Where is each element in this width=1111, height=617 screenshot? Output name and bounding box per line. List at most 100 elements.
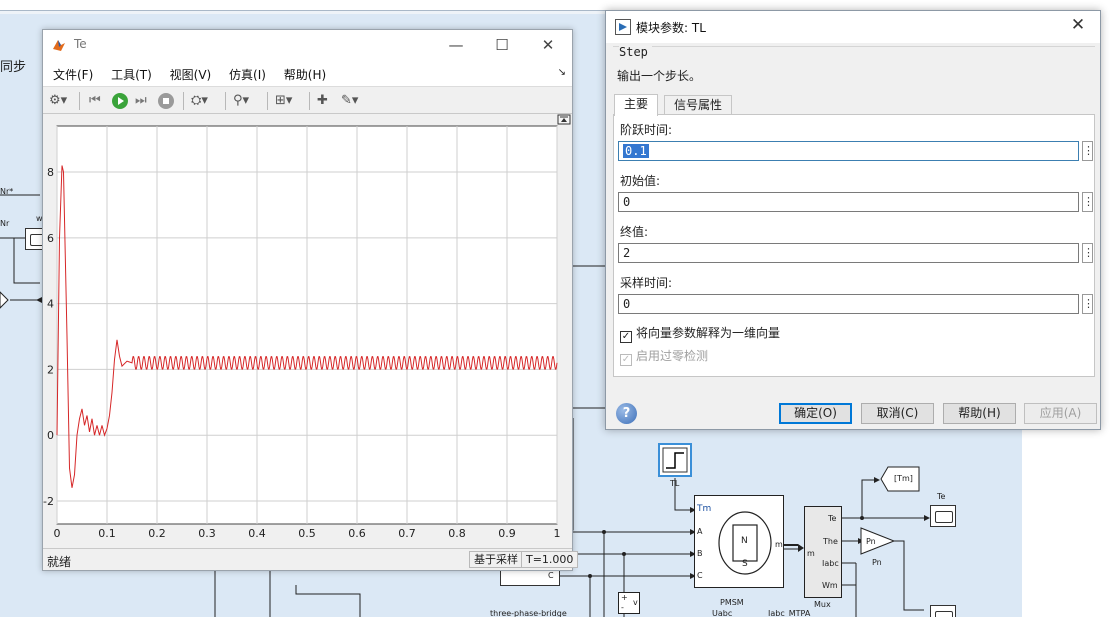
tab-signal-attributes[interactable]: 信号属性 bbox=[664, 95, 733, 115]
te-plot[interactable]: 0 0.1 0.2 0.3 0.4 0.5 0.6 0.7 0.8 0.9 1 -2 0 2 4 6 8 bbox=[43, 114, 572, 547]
zoom-icon[interactable]: ⚲▾ bbox=[233, 91, 249, 111]
scope-window[interactable]: Te — ☐ ✕ 文件(F) 工具(T) 视图(V) 仿真(I) 帮助(H) ↘… bbox=[42, 29, 579, 571]
final-value-field[interactable]: 2 bbox=[618, 243, 1079, 263]
step-forward-icon[interactable]: ⏭ bbox=[135, 91, 147, 111]
initial-value-label: 初始值: bbox=[620, 174, 661, 188]
y-tick-label: 4 bbox=[47, 298, 54, 311]
zero-crossing-label: 启用过零检测 bbox=[636, 349, 709, 363]
x-tick-label: 0.5 bbox=[298, 527, 316, 540]
menu-file[interactable]: 文件(F) bbox=[49, 60, 97, 83]
uabc-label: Uabc bbox=[712, 609, 733, 617]
sample-time-field[interactable]: 0 bbox=[618, 294, 1079, 314]
sum-block[interactable]: + - v bbox=[618, 592, 640, 614]
bridge-label: three-phase-bridge bbox=[490, 609, 567, 617]
x-tick-label: 0.8 bbox=[448, 527, 466, 540]
help-icon[interactable]: ? bbox=[616, 403, 637, 424]
initial-value-menu-icon[interactable]: ⋮ bbox=[1082, 192, 1094, 212]
x-tick-label: 0.3 bbox=[198, 527, 216, 540]
y-tick-label: 2 bbox=[47, 363, 54, 376]
menu-help[interactable]: 帮助(H) bbox=[280, 60, 330, 83]
minimize-icon[interactable]: — bbox=[434, 32, 478, 58]
pmsm-block[interactable]: Tm A B C m N S bbox=[694, 495, 784, 588]
status-time: T=1.000 bbox=[521, 551, 579, 568]
tl-block-label: TL bbox=[670, 479, 680, 488]
y-tick-label: 0 bbox=[47, 429, 54, 442]
sum-v-port: v bbox=[633, 598, 638, 607]
x-tick-label: 0 bbox=[54, 527, 61, 540]
ok-button[interactable]: 确定(O) bbox=[779, 403, 852, 424]
mux-the-label: The bbox=[823, 537, 838, 546]
y-tick-label: 6 bbox=[47, 232, 54, 245]
x-tick-label: 0.6 bbox=[348, 527, 366, 540]
scope-toolbar: ⚙▾ ⏮ ⏭ ⛭▾ ⚲▾ ⊞▾ ✚ ✎▾ bbox=[43, 86, 572, 114]
block-description-group: Step 输出一个步长。 bbox=[613, 45, 1095, 94]
dialog-titlebar[interactable]: 模块参数: TL ✕ bbox=[606, 11, 1100, 43]
block-type-label: Step bbox=[619, 45, 652, 59]
mux-block[interactable]: Te The Iabc Wm m bbox=[804, 506, 842, 598]
undock-icon[interactable]: ↘ bbox=[558, 67, 566, 78]
cancel-button[interactable]: 取消(C) bbox=[861, 403, 934, 424]
dialog-title: 模块参数: TL bbox=[636, 21, 706, 35]
port-b-label: B bbox=[697, 549, 703, 558]
scope-menubar: 文件(F) 工具(T) 视图(V) 仿真(I) 帮助(H) ↘ bbox=[43, 60, 572, 86]
initial-value-field[interactable]: 0 bbox=[618, 192, 1079, 212]
scope-titlebar[interactable]: Te — ☐ ✕ bbox=[43, 30, 572, 60]
sample-time-menu-icon[interactable]: ⋮ bbox=[1082, 294, 1094, 314]
vector-1d-checkbox[interactable]: ✓ 将向量参数解释为一维向量 bbox=[620, 324, 780, 343]
menu-view[interactable]: 视图(V) bbox=[166, 60, 216, 83]
te-scope-block[interactable] bbox=[930, 505, 956, 527]
signal-select-icon[interactable]: ✚ bbox=[317, 91, 328, 111]
apply-button: 应用(A) bbox=[1024, 403, 1097, 424]
mux-iabc-label: Iabc bbox=[822, 559, 839, 568]
matlab-icon bbox=[53, 40, 65, 51]
y-tick-label: 8 bbox=[47, 166, 54, 179]
dialog-close-icon[interactable]: ✕ bbox=[1064, 15, 1092, 35]
cursor-measure-icon[interactable]: ✎▾ bbox=[341, 91, 358, 111]
step-back-icon[interactable]: ⏮ bbox=[89, 91, 101, 111]
sum-plus: + bbox=[621, 593, 628, 602]
status-sample-based: 基于采样 bbox=[469, 551, 523, 568]
scope-title: Te bbox=[74, 37, 87, 51]
final-value-label: 终值: bbox=[620, 225, 649, 239]
final-value-menu-icon[interactable]: ⋮ bbox=[1082, 243, 1094, 263]
pn-gain-text: Pn bbox=[866, 537, 876, 546]
highlight-signal-icon[interactable]: ⛭▾ bbox=[191, 91, 208, 111]
x-tick-label: 0.2 bbox=[148, 527, 166, 540]
menu-simulation[interactable]: 仿真(I) bbox=[225, 60, 270, 83]
block-params-icon bbox=[615, 19, 631, 35]
motor-s-label: S bbox=[742, 559, 748, 569]
port-c-label: C bbox=[697, 571, 703, 580]
mux-wm-label: Wm bbox=[822, 581, 838, 590]
port-tm-label: Tm bbox=[697, 504, 712, 514]
sum-minus: - bbox=[621, 603, 624, 612]
help-button[interactable]: 帮助(H) bbox=[943, 403, 1016, 424]
stop-icon[interactable] bbox=[157, 91, 175, 111]
expand-legend-icon[interactable] bbox=[557, 114, 571, 125]
tl-step-block[interactable] bbox=[658, 443, 692, 477]
tab-main[interactable]: 主要 bbox=[614, 94, 659, 116]
maximize-icon[interactable]: ☐ bbox=[480, 32, 524, 58]
mux-te-label: Te bbox=[828, 514, 837, 523]
x-tick-label: 0.7 bbox=[398, 527, 416, 540]
menu-tools[interactable]: 工具(T) bbox=[107, 60, 156, 83]
settings-gear-icon[interactable]: ⚙▾ bbox=[49, 91, 67, 111]
autoscale-icon[interactable]: ⊞▾ bbox=[275, 91, 292, 111]
x-tick-label: 0.4 bbox=[248, 527, 266, 540]
step-icon bbox=[662, 447, 688, 473]
block-parameters-dialog[interactable]: 模块参数: TL ✕ Step 输出一个步长。 主要 信号属性 阶跃时间: 0.… bbox=[605, 10, 1101, 430]
desktop: 同步 Nr* Nr w TL Tm A B C m N S PMSM Uabc … bbox=[0, 0, 1111, 617]
step-time-label: 阶跃时间: bbox=[620, 123, 673, 137]
run-icon[interactable] bbox=[111, 91, 129, 111]
block-description: 输出一个步长。 bbox=[617, 69, 702, 83]
checkmark-disabled-icon: ✓ bbox=[620, 354, 632, 366]
step-time-menu-icon[interactable]: ⋮ bbox=[1082, 141, 1094, 161]
motor-n-label: N bbox=[741, 536, 748, 546]
step-time-field[interactable]: 0.1 bbox=[618, 141, 1079, 161]
plot-area[interactable]: 0 0.1 0.2 0.3 0.4 0.5 0.6 0.7 0.8 0.9 1 -2 0 2 4 6 8 bbox=[43, 114, 572, 547]
second-scope-block[interactable] bbox=[930, 605, 956, 617]
close-icon[interactable]: ✕ bbox=[526, 32, 570, 58]
x-tick-label: 0.9 bbox=[498, 527, 516, 540]
mux-in-label: m bbox=[807, 549, 815, 558]
zero-crossing-checkbox: ✓ 启用过零检测 bbox=[620, 347, 709, 366]
pmsm-label: PMSM bbox=[720, 598, 744, 607]
